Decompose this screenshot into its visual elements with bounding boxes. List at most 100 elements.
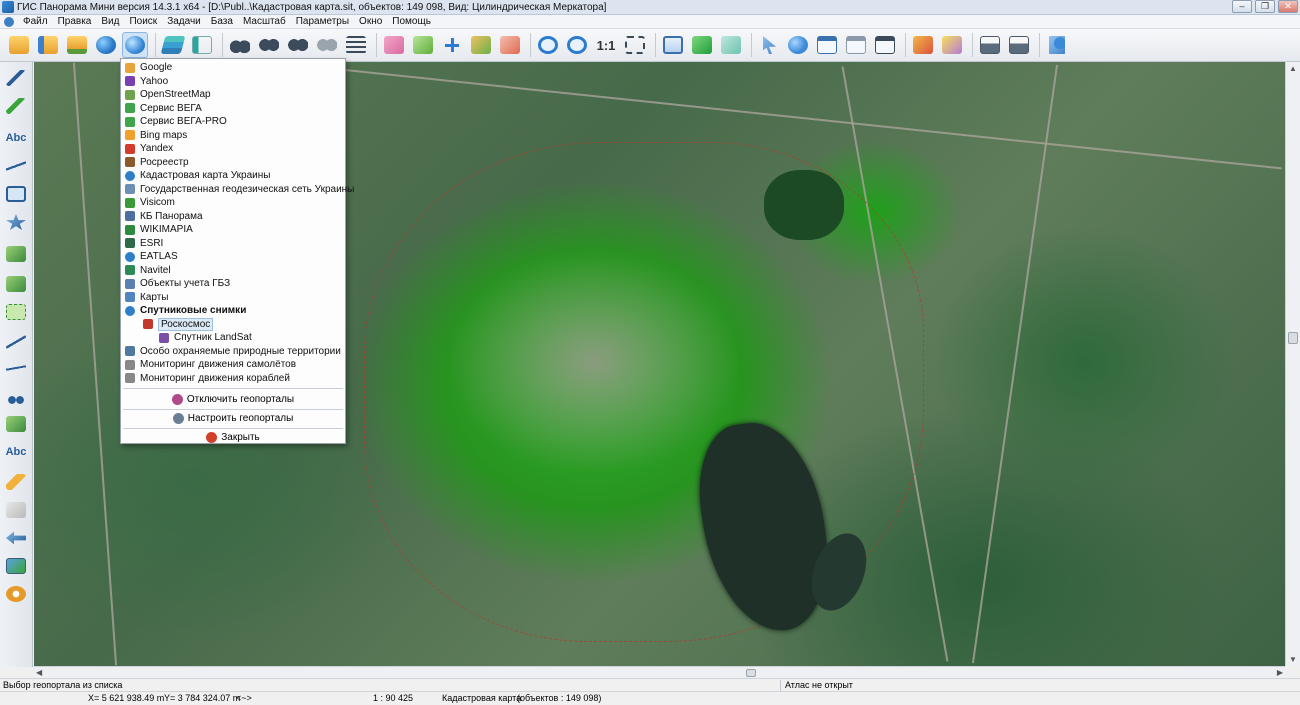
menu-parameters[interactable]: Параметры <box>291 16 354 27</box>
settings-tool[interactable] <box>4 582 28 606</box>
layers-button[interactable] <box>160 32 186 58</box>
eraser-tool[interactable] <box>4 498 28 522</box>
scroll-right-icon[interactable]: ▶ <box>1277 668 1283 677</box>
print-button[interactable] <box>977 32 1003 58</box>
search-more-button[interactable] <box>285 32 311 58</box>
text-tool[interactable]: Abc <box>4 126 28 150</box>
text-edit-tool[interactable]: Abc <box>4 440 28 464</box>
geoportal-item[interactable]: Государственная геодезическая сеть Украи… <box>121 183 354 196</box>
geoportal-item[interactable]: Bing maps <box>121 129 345 142</box>
fit-window-button[interactable] <box>622 32 648 58</box>
scale-1-1-button[interactable]: 1:1 <box>593 32 619 58</box>
geoportal-item[interactable]: Кадастровая карта Украины <box>121 169 345 182</box>
select-tool[interactable] <box>4 300 28 324</box>
object-info-button[interactable] <box>814 32 840 58</box>
menu-edit[interactable]: Правка <box>53 16 97 27</box>
close-menu-button[interactable]: Закрыть <box>121 429 345 445</box>
open-osm-button[interactable] <box>64 32 90 58</box>
geoportal-item[interactable]: Yandex <box>121 142 345 155</box>
vertical-scrollbar[interactable]: ▲ ▼ <box>1285 62 1300 666</box>
binoculars-button[interactable] <box>227 32 253 58</box>
menu-scale[interactable]: Масштаб <box>238 16 291 27</box>
delete-tool[interactable] <box>4 242 28 266</box>
select-check-button[interactable] <box>410 32 436 58</box>
print-preview-button[interactable] <box>1006 32 1032 58</box>
help-button[interactable] <box>1044 32 1070 58</box>
geoportal-item[interactable]: Navitel <box>121 264 345 277</box>
document-icon[interactable] <box>4 16 14 27</box>
undo-tool[interactable] <box>4 526 28 550</box>
geoportal-item[interactable]: КБ Панорама <box>121 210 345 223</box>
screen-view-button[interactable] <box>660 32 686 58</box>
geoportal-item[interactable]: ESRI <box>121 237 345 250</box>
curve-tool[interactable] <box>4 356 28 380</box>
text-info-button[interactable] <box>872 32 898 58</box>
scroll-down-icon[interactable]: ▼ <box>1289 655 1297 664</box>
polygon-tool[interactable] <box>4 182 28 206</box>
geoportal-item[interactable]: Спутниковые снимки <box>121 304 345 317</box>
geoportal-item[interactable]: Спутник LandSat <box>121 331 345 344</box>
scroll-up-icon[interactable]: ▲ <box>1289 64 1297 73</box>
minimize-button[interactable]: – <box>1232 0 1252 13</box>
geoportal-item[interactable]: Google <box>121 61 345 74</box>
add-object-button[interactable] <box>439 32 465 58</box>
geoportal-item[interactable]: Сервис ВЕГА <box>121 102 345 115</box>
merge-tool[interactable] <box>4 412 28 436</box>
close-window-button[interactable]: ✕ <box>1278 0 1298 13</box>
vertex-tool[interactable] <box>4 330 28 354</box>
disable-geoportals-button[interactable]: Отключить геопорталы <box>121 391 345 407</box>
horizontal-scroll-thumb[interactable] <box>746 669 756 677</box>
scroll-left-icon[interactable]: ◀ <box>36 668 42 677</box>
copy-tool[interactable] <box>4 272 28 296</box>
geoportal-item[interactable]: Yahoo <box>121 75 345 88</box>
menu-view[interactable]: Вид <box>96 16 124 27</box>
pointer-button[interactable] <box>756 32 782 58</box>
legend-button[interactable] <box>189 32 215 58</box>
geoportal-item[interactable]: Объекты учета ГБЗ <box>121 277 345 290</box>
style-button[interactable] <box>910 32 936 58</box>
draw-check-tool[interactable] <box>4 94 28 118</box>
select-objects-button[interactable] <box>381 32 407 58</box>
zoom-out-button[interactable] <box>535 32 561 58</box>
geoportal-item[interactable]: Мониторинг движения самолётов <box>121 358 345 371</box>
menu-help[interactable]: Помощь <box>387 16 436 27</box>
menu-search[interactable]: Поиск <box>124 16 162 27</box>
configure-geoportals-button[interactable]: Настроить геопорталы <box>121 410 345 426</box>
geoportal-item[interactable]: EATLAS <box>121 250 345 263</box>
ruler-button[interactable] <box>939 32 965 58</box>
maximize-button[interactable]: ❐ <box>1255 0 1275 13</box>
globe-button[interactable] <box>93 32 119 58</box>
search-area-button[interactable] <box>314 32 340 58</box>
open-map-button[interactable] <box>35 32 61 58</box>
geoportal-item[interactable]: Сервис ВЕГА-PRO <box>121 115 345 128</box>
menu-file[interactable]: Файл <box>18 16 53 27</box>
confirm-button[interactable] <box>689 32 715 58</box>
cut-tool[interactable] <box>4 384 28 408</box>
image-tool[interactable] <box>4 554 28 578</box>
zoom-in-button[interactable] <box>564 32 590 58</box>
osm-info-button[interactable] <box>843 32 869 58</box>
geoportal-item[interactable]: WIKIMAPIA <box>121 223 345 236</box>
geoportal-item[interactable]: Особо охраняемые природные территории <box>121 345 345 358</box>
geoportal-button[interactable] <box>122 32 148 58</box>
star-tool[interactable] <box>4 210 28 234</box>
vertical-scroll-thumb[interactable] <box>1288 332 1298 344</box>
geoportal-item[interactable]: Карты <box>121 291 345 304</box>
draw-line-tool[interactable] <box>4 66 28 90</box>
polyline-tool[interactable] <box>4 154 28 178</box>
edit-object-button[interactable] <box>468 32 494 58</box>
geoportal-item[interactable]: Росреестр <box>121 156 345 169</box>
horizontal-scrollbar[interactable]: ◀ ▶ <box>34 666 1285 678</box>
measure-tool[interactable] <box>4 470 28 494</box>
search-by-name-button[interactable] <box>256 32 282 58</box>
back-button[interactable] <box>718 32 744 58</box>
delete-object-button[interactable] <box>497 32 523 58</box>
geoportal-item[interactable]: OpenStreetMap <box>121 88 345 101</box>
menu-database[interactable]: База <box>206 16 238 27</box>
geoportal-item[interactable]: Мониторинг движения кораблей <box>121 372 345 385</box>
menu-window[interactable]: Окно <box>354 16 387 27</box>
menu-tasks[interactable]: Задачи <box>162 16 206 27</box>
open-folder-button[interactable] <box>6 32 32 58</box>
geoportal-item[interactable]: Visicom <box>121 196 345 209</box>
list-button[interactable] <box>343 32 369 58</box>
